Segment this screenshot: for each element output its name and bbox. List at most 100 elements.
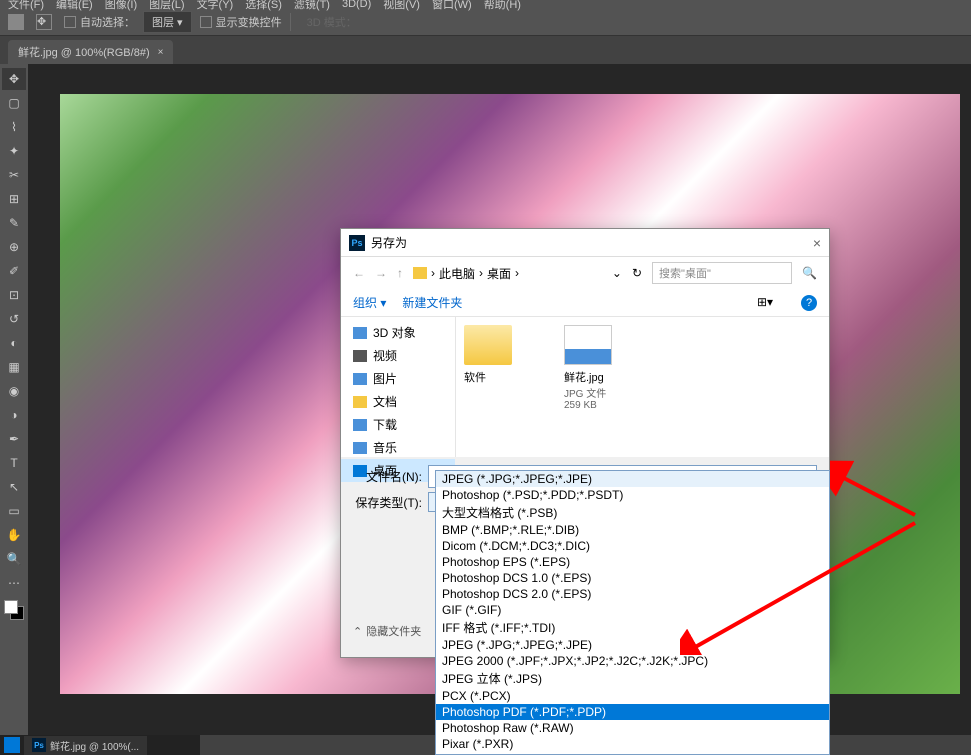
menu-type[interactable]: 文字(Y) [197, 0, 234, 12]
blur-tool[interactable]: ◉ [2, 380, 26, 402]
savetype-label: 保存类型(T): [353, 494, 428, 511]
search-input[interactable]: 搜索"桌面" [652, 262, 792, 284]
healing-tool[interactable]: ⊕ [2, 236, 26, 258]
format-option[interactable]: Photoshop Raw (*.RAW) [436, 720, 829, 736]
file-name: 软件 [464, 369, 544, 385]
move-tool[interactable]: ✥ [2, 68, 26, 90]
tab-close-icon[interactable]: × [158, 47, 164, 58]
refresh-icon[interactable]: ↻ [632, 266, 642, 280]
history-brush-tool[interactable]: ↺ [2, 308, 26, 330]
menu-3d[interactable]: 3D(D) [342, 0, 371, 10]
show-transform-checkbox[interactable] [200, 16, 212, 28]
ps-icon: Ps [349, 235, 365, 251]
filename-label: 文件名(N): [353, 468, 428, 485]
wand-tool[interactable]: ✦ [2, 140, 26, 162]
format-option[interactable]: Photoshop PDF (*.PDF;*.PDP) [436, 704, 829, 720]
file-item[interactable]: 鲜花.jpg JPG 文件 259 KB [564, 325, 644, 449]
file-name: 鲜花.jpg [564, 369, 644, 385]
layer-dropdown[interactable]: 图层 ▾ [143, 11, 192, 33]
edit-toolbar[interactable]: ⋯ [2, 572, 26, 594]
crop-tool[interactable]: ✂ [2, 164, 26, 186]
dialog-titlebar: Ps 另存为 × [341, 229, 829, 257]
file-list[interactable]: 软件 鲜花.jpg JPG 文件 259 KB [456, 317, 829, 457]
home-icon[interactable] [8, 14, 24, 30]
pictures-icon [353, 373, 367, 385]
document-tabs: 鲜花.jpg @ 100%(RGB/8#) × [0, 36, 971, 64]
sidebar-item-documents[interactable]: 文档 [341, 390, 455, 413]
hidden-folders-toggle[interactable]: ⌃ 隐藏文件夹 [341, 619, 433, 643]
downloads-icon [353, 419, 367, 431]
menu-file[interactable]: 文件(F) [8, 0, 44, 12]
eyedropper-tool[interactable]: ✎ [2, 212, 26, 234]
shape-tool[interactable]: ▭ [2, 500, 26, 522]
marquee-tool[interactable]: ▢ [2, 92, 26, 114]
auto-select-checkbox[interactable] [64, 16, 76, 28]
dodge-tool[interactable]: ◑ [2, 404, 26, 426]
dialog-close-button[interactable]: × [813, 235, 821, 251]
breadcrumb[interactable]: › 此电脑 › 桌面 › ⌄ [413, 265, 622, 282]
foreground-color[interactable] [4, 600, 18, 614]
brush-tool[interactable]: ✐ [2, 260, 26, 282]
color-swatches[interactable] [4, 600, 24, 620]
dialog-title-text: 另存为 [371, 234, 407, 251]
documents-icon [353, 396, 367, 408]
path-tool[interactable]: ↖ [2, 476, 26, 498]
eraser-tool[interactable]: ◐ [2, 332, 26, 354]
file-item[interactable]: 软件 [464, 325, 544, 449]
document-tab[interactable]: 鲜花.jpg @ 100%(RGB/8#) × [8, 40, 173, 64]
zoom-tool[interactable]: 🔍 [2, 548, 26, 570]
mode-3d-label: 3D 模式： [307, 14, 357, 30]
menu-select[interactable]: 选择(S) [245, 0, 282, 12]
menu-image[interactable]: 图像(I) [105, 0, 137, 12]
view-mode-icon[interactable]: ⊞▾ [757, 295, 777, 311]
menu-view[interactable]: 视图(V) [383, 0, 420, 12]
ps-icon: Ps [32, 738, 46, 752]
path-sep: › [515, 266, 519, 280]
3d-icon [353, 327, 367, 339]
menu-help[interactable]: 帮助(H) [484, 0, 521, 12]
tab-label: 鲜花.jpg @ 100%(RGB/8#) [18, 44, 150, 60]
format-option[interactable]: PCX (*.PCX) [436, 688, 829, 704]
hand-tool[interactable]: ✋ [2, 524, 26, 546]
search-icon[interactable]: 🔍 [802, 266, 817, 280]
format-option[interactable]: JPEG 立体 (*.JPS) [436, 669, 829, 688]
move-tool-icon[interactable]: ✥ [36, 14, 52, 30]
tools-panel: ✥ ▢ ⌇ ✦ ✂ ⊞ ✎ ⊕ ✐ ⊡ ↺ ◐ ▦ ◉ ◑ ✒ T ↖ ▭ ✋ … [0, 64, 28, 735]
nav-up-icon[interactable]: ↑ [397, 266, 403, 280]
sidebar-item-pictures[interactable]: 图片 [341, 367, 455, 390]
type-tool[interactable]: T [2, 452, 26, 474]
format-option[interactable]: Pixar (*.PXR) [436, 736, 829, 752]
organize-button[interactable]: 组织 ▾ [353, 294, 386, 311]
options-bar: ✥ 自动选择： 图层 ▾ 显示变换控件 3D 模式： [0, 8, 971, 36]
frame-tool[interactable]: ⊞ [2, 188, 26, 210]
new-folder-button[interactable]: 新建文件夹 [402, 294, 462, 311]
menu-window[interactable]: 窗口(W) [432, 0, 472, 12]
taskbar-item[interactable]: Ps 鲜花.jpg @ 100%(... [24, 736, 147, 755]
taskbar: Ps 鲜花.jpg @ 100%(... [0, 735, 200, 755]
help-icon[interactable]: ? [801, 295, 817, 311]
menu-filter[interactable]: 滤镜(T) [294, 0, 330, 12]
file-type: JPG 文件 [564, 385, 644, 400]
dialog-toolbar: 组织 ▾ 新建文件夹 ⊞▾ ? [341, 289, 829, 317]
gradient-tool[interactable]: ▦ [2, 356, 26, 378]
format-option[interactable]: JPEG 2000 (*.JPF;*.JPX;*.JP2;*.J2C;*.J2K… [436, 653, 829, 669]
video-icon [353, 350, 367, 362]
path-pc[interactable]: 此电脑 [439, 265, 475, 282]
nav-back-icon[interactable]: ← [353, 266, 365, 280]
sidebar-item-3d[interactable]: 3D 对象 [341, 321, 455, 344]
nav-forward-icon[interactable]: → [375, 266, 387, 280]
jpg-icon [564, 325, 612, 365]
format-option[interactable]: Photoshop (*.PSD;*.PDD;*.PSDT) [436, 487, 829, 503]
lasso-tool[interactable]: ⌇ [2, 116, 26, 138]
menubar: 文件(F) 编辑(E) 图像(I) 图层(L) 文字(Y) 选择(S) 滤镜(T… [0, 0, 971, 8]
path-desktop[interactable]: 桌面 [487, 265, 511, 282]
path-sep: › [479, 266, 483, 280]
format-option[interactable]: JPEG (*.JPG;*.JPEG;*.JPE) [436, 471, 829, 487]
sidebar-item-downloads[interactable]: 下载 [341, 413, 455, 436]
sidebar-item-music[interactable]: 音乐 [341, 436, 455, 459]
stamp-tool[interactable]: ⊡ [2, 284, 26, 306]
sidebar-item-video[interactable]: 视频 [341, 344, 455, 367]
menu-edit[interactable]: 编辑(E) [56, 0, 93, 12]
windows-start-icon[interactable] [4, 737, 20, 753]
pen-tool[interactable]: ✒ [2, 428, 26, 450]
